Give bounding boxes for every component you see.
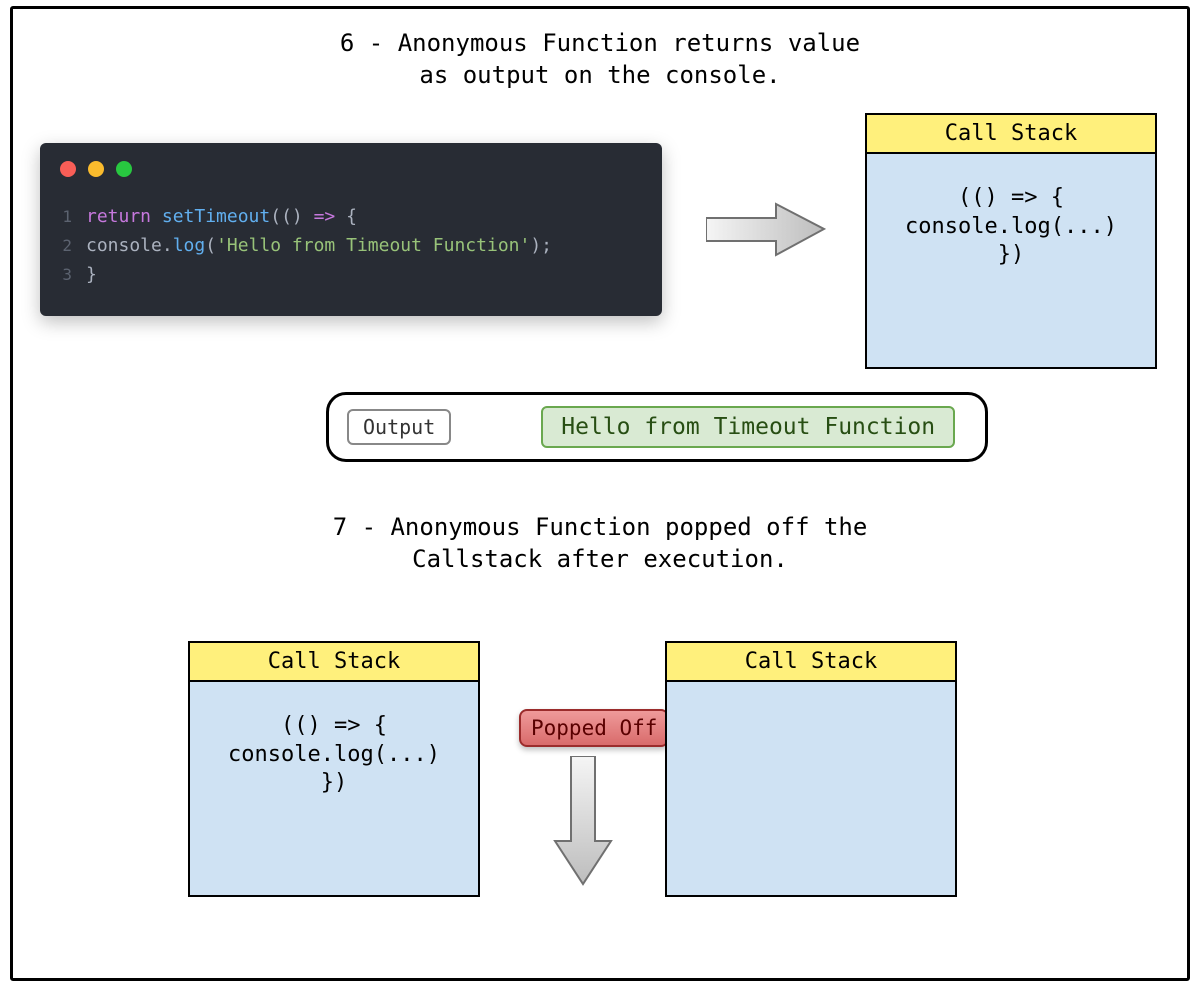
close-icon — [60, 161, 76, 177]
step6-title: 6 - Anonymous Function returns value as … — [13, 27, 1187, 92]
line-number: 1 — [46, 204, 72, 230]
call-stack-entry: (() => { console.log(...) }) — [867, 154, 1155, 367]
arrow-right-icon — [706, 202, 826, 257]
line-number: 2 — [46, 233, 72, 259]
code-line: 2 console.log('Hello from Timeout Functi… — [46, 232, 552, 261]
call-stack-entry: (() => { console.log(...) }) — [190, 682, 478, 895]
maximize-icon — [116, 161, 132, 177]
call-stack-header: Call Stack — [667, 643, 955, 682]
code-content: } — [86, 261, 97, 290]
output-label: Output — [347, 409, 451, 445]
code-content: console.log('Hello from Timeout Function… — [86, 232, 552, 261]
call-stack-empty — [667, 682, 955, 895]
window-traffic-lights — [60, 161, 132, 177]
code-editor: 1return setTimeout(() => {2 console.log(… — [40, 143, 662, 316]
code-content: return setTimeout(() => { — [86, 203, 357, 232]
minimize-icon — [88, 161, 104, 177]
output-value: Hello from Timeout Function — [541, 406, 955, 448]
code-line: 3 } — [46, 261, 552, 290]
call-stack-box-1: Call Stack (() => { console.log(...) }) — [865, 113, 1157, 369]
diagram-frame: 6 - Anonymous Function returns value as … — [10, 6, 1190, 981]
code-line: 1 return setTimeout(() => { — [46, 203, 552, 232]
call-stack-box-3-empty: Call Stack — [665, 641, 957, 897]
call-stack-header: Call Stack — [190, 643, 478, 682]
arrow-down-icon — [553, 756, 613, 886]
call-stack-header: Call Stack — [867, 115, 1155, 154]
call-stack-box-2: Call Stack (() => { console.log(...) }) — [188, 641, 480, 897]
popped-off-badge: Popped Off — [519, 709, 669, 747]
line-number: 3 — [46, 262, 72, 288]
output-bar: Output Hello from Timeout Function — [326, 392, 988, 462]
code-lines: 1return setTimeout(() => {2 console.log(… — [46, 203, 552, 289]
step7-title: 7 - Anonymous Function popped off the Ca… — [13, 511, 1187, 576]
